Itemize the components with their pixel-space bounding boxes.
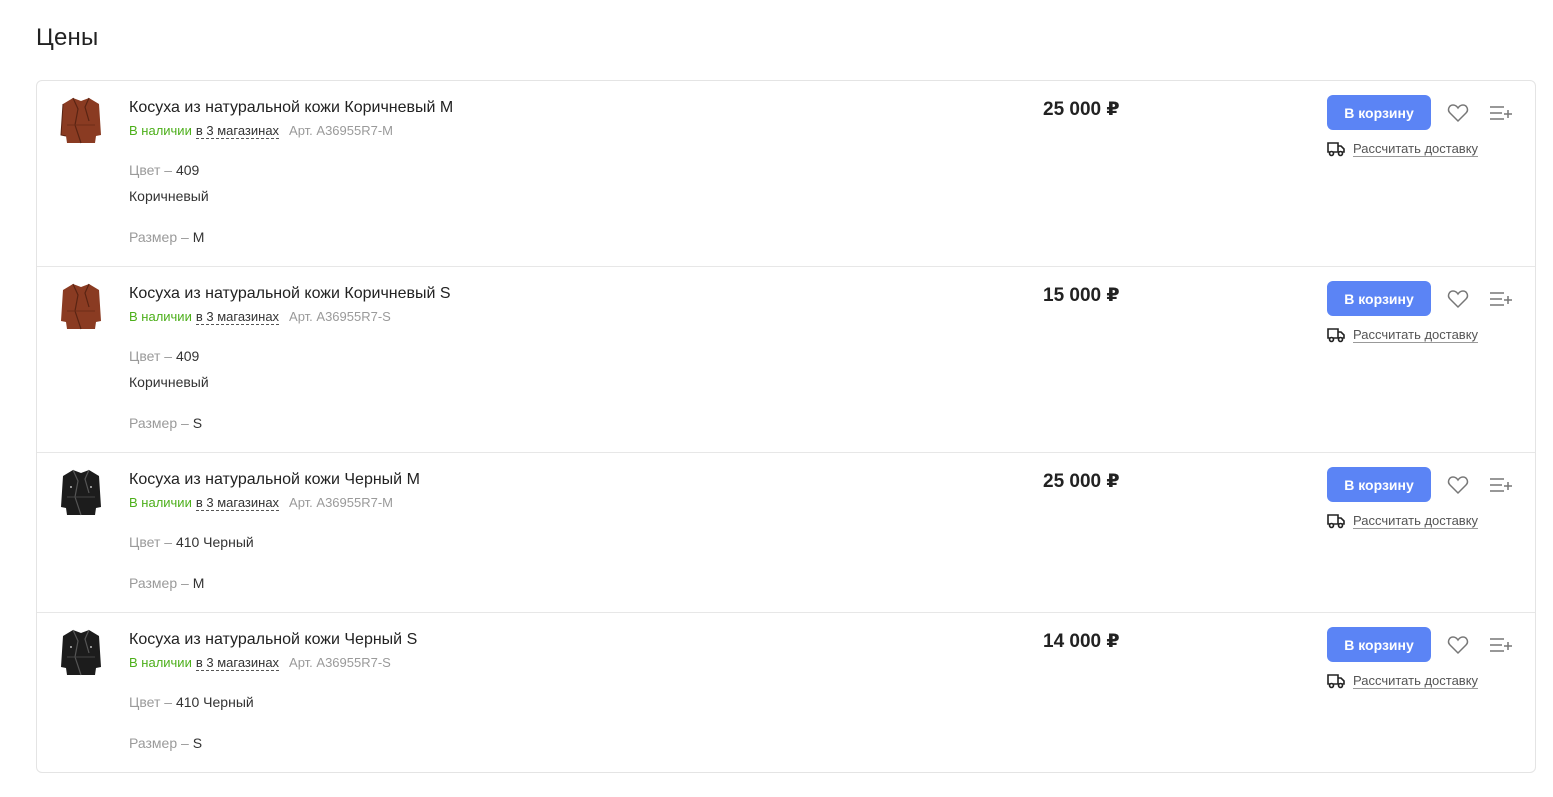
color-name: Коричневый [129,374,209,390]
black-jacket-icon [61,629,101,676]
availability-status: В наличии [129,309,192,324]
price: 15 000 ₽ [1043,285,1120,306]
delivery-link[interactable]: Рассчитать доставку [1353,513,1479,529]
sku: Арт. A36955R7-M [289,123,393,138]
color-value: 409 [175,162,200,178]
size-value: M [192,575,205,591]
product-row: Косуха из натуральной кожи Коричневый M … [37,81,1535,267]
heart-icon[interactable] [1447,103,1469,123]
truck-icon [1327,674,1345,689]
product-image[interactable] [59,627,103,679]
heart-icon[interactable] [1447,475,1469,495]
product-row: Косуха из натуральной кожи Черный M В на… [37,453,1535,613]
delivery-calc[interactable]: Рассчитать доставку [1327,673,1479,689]
size-value: M [192,229,205,245]
color-value: 409 [175,348,200,364]
product-image[interactable] [59,467,103,519]
price: 25 000 ₽ [1043,471,1120,492]
sku: Арт. A36955R7-S [289,309,391,324]
product-image[interactable] [59,281,103,333]
heart-icon[interactable] [1447,635,1469,655]
truck-icon [1327,514,1345,529]
sku: Арт. A36955R7-S [289,655,391,670]
compare-list-icon[interactable] [1489,289,1513,309]
product-row: Косуха из натуральной кожи Коричневый S … [37,267,1535,453]
color-label: Цвет – [129,694,173,710]
size-label: Размер – [129,415,189,431]
truck-icon [1327,142,1345,157]
color-label: Цвет – [129,162,173,178]
stores-link[interactable]: в 3 магазинах [195,495,280,511]
compare-list-icon[interactable] [1489,635,1513,655]
size-value: S [192,735,203,751]
delivery-link[interactable]: Рассчитать доставку [1353,327,1479,343]
add-to-cart-button[interactable]: В корзину [1327,281,1431,316]
color-name: Коричневый [129,188,209,204]
compare-list-icon[interactable] [1489,475,1513,495]
size-label: Размер – [129,229,189,245]
product-name[interactable]: Косуха из натуральной кожи Коричневый S [129,284,929,304]
price: 14 000 ₽ [1043,631,1120,652]
product-name[interactable]: Косуха из натуральной кожи Черный S [129,630,929,650]
stores-link[interactable]: в 3 магазинах [195,309,280,325]
product-name[interactable]: Косуха из натуральной кожи Черный M [129,470,929,490]
color-label: Цвет – [129,348,173,364]
compare-list-icon[interactable] [1489,103,1513,123]
availability-status: В наличии [129,655,192,670]
size-label: Размер – [129,575,189,591]
price: 25 000 ₽ [1043,99,1120,120]
delivery-link[interactable]: Рассчитать доставку [1353,673,1479,689]
brown-jacket-icon [60,97,101,144]
availability-status: В наличии [129,495,192,510]
brown-jacket-icon [61,283,101,330]
delivery-link[interactable]: Рассчитать доставку [1353,141,1479,157]
truck-icon [1327,328,1345,343]
color-label: Цвет – [129,534,173,550]
availability-status: В наличии [129,123,192,138]
product-row: Косуха из натуральной кожи Черный S В на… [37,613,1535,772]
add-to-cart-button[interactable]: В корзину [1327,95,1431,130]
product-name[interactable]: Косуха из натуральной кожи Коричневый M [129,98,929,118]
delivery-calc[interactable]: Рассчитать доставку [1327,141,1479,157]
delivery-calc[interactable]: Рассчитать доставку [1327,513,1479,529]
color-value: 410 Черный [175,694,254,710]
size-label: Размер – [129,735,189,751]
size-value: S [192,415,203,431]
price-list: Косуха из натуральной кожи Коричневый M … [36,80,1536,773]
sku: Арт. A36955R7-M [289,495,393,510]
stores-link[interactable]: в 3 магазинах [195,655,280,671]
black-jacket-icon [61,469,101,516]
add-to-cart-button[interactable]: В корзину [1327,467,1431,502]
color-value: 410 Черный [175,534,254,550]
heart-icon[interactable] [1447,289,1469,309]
delivery-calc[interactable]: Рассчитать доставку [1327,327,1479,343]
add-to-cart-button[interactable]: В корзину [1327,627,1431,662]
product-image[interactable] [59,95,103,147]
page-title: Цены [36,24,99,51]
stores-link[interactable]: в 3 магазинах [195,123,280,139]
